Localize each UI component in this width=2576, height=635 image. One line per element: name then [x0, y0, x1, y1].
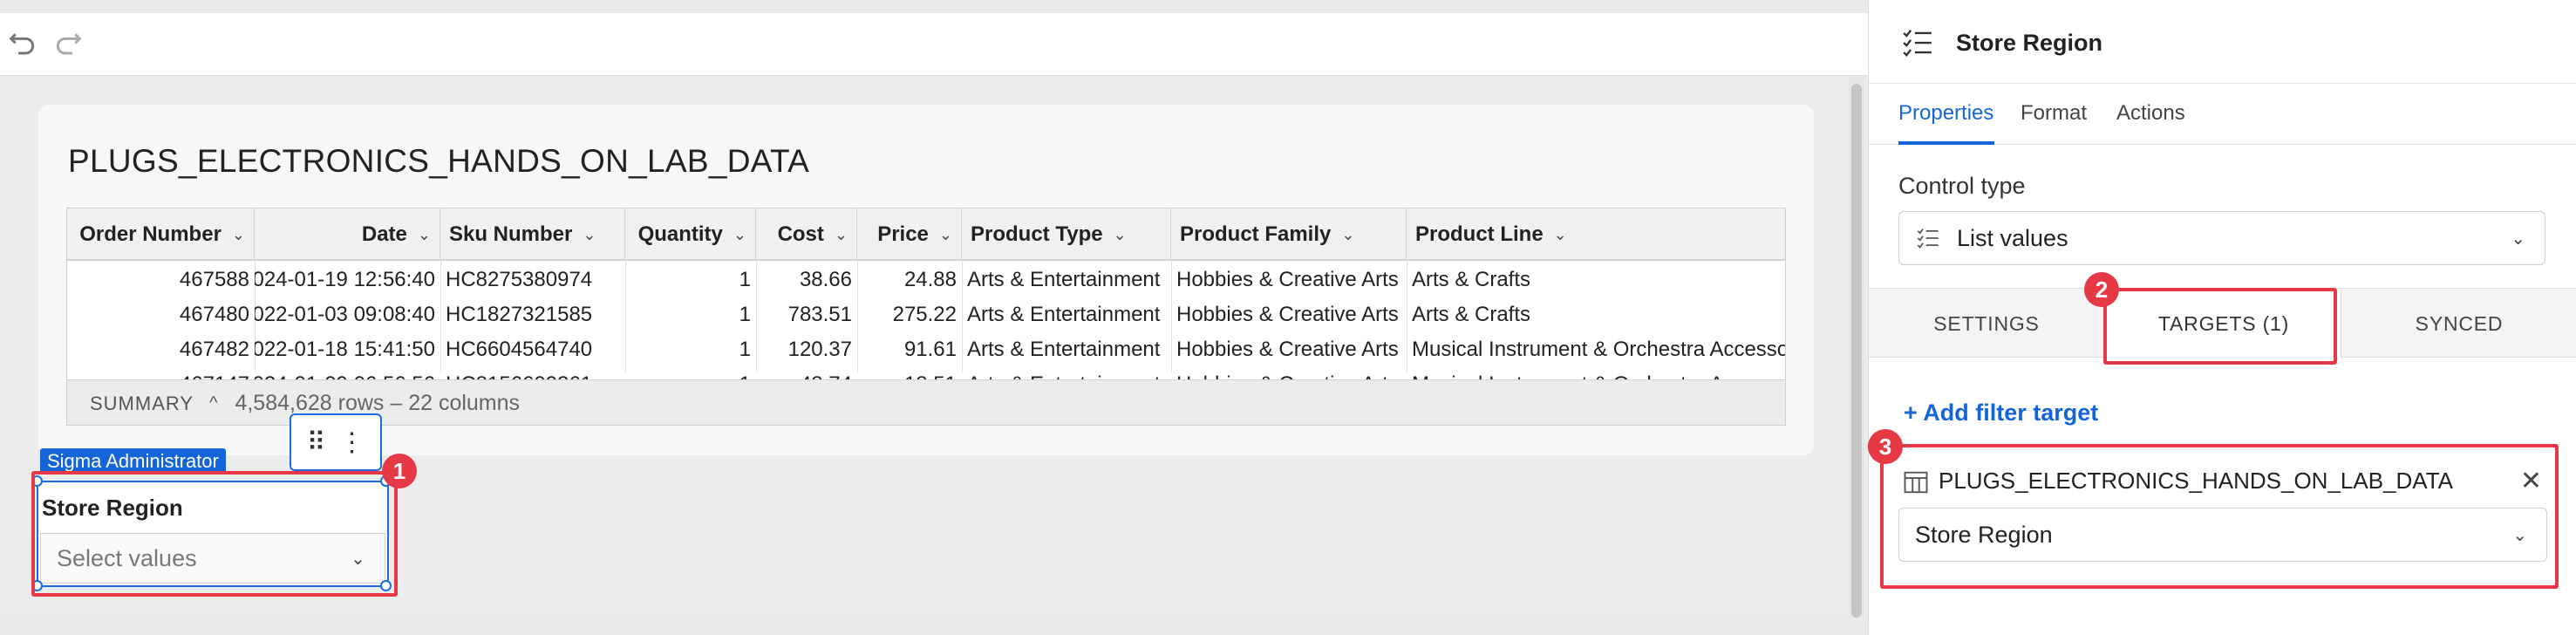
column-header[interactable]: Sku Number ⌄ — [440, 208, 625, 261]
table-cell[interactable]: 783.51 — [756, 297, 857, 332]
control-type-value: List values — [1957, 224, 2068, 251]
chevron-down-icon[interactable]: ⌄ — [733, 226, 746, 244]
column-header-label: Sku Number — [449, 222, 573, 246]
workbook-toolbar — [0, 13, 1868, 76]
summary-label: SUMMARY — [90, 392, 194, 414]
chevron-down-icon[interactable]: ⌄ — [418, 226, 431, 244]
table-cell[interactable]: 275.22 — [857, 297, 962, 332]
highlight-box-filter-target — [1880, 444, 2559, 589]
drag-handle-icon[interactable]: ⠿ — [307, 427, 326, 458]
column-header[interactable]: Cost ⌄ — [756, 208, 857, 261]
table-cell[interactable]: Arts & Crafts — [1407, 263, 1785, 297]
column-header[interactable]: Price ⌄ — [857, 208, 962, 261]
table-cell[interactable]: 2024-01-19 12:56:40 — [255, 263, 440, 297]
more-options-icon[interactable]: ⋮ — [338, 427, 365, 458]
control-type-label: Control type — [1898, 173, 2026, 199]
tab-synced[interactable]: SYNCED — [2341, 289, 2576, 358]
column-header-label: Quantity — [637, 222, 723, 246]
table-cell[interactable]: Arts & Crafts — [1407, 297, 1785, 332]
canvas-scrollbar-thumb[interactable] — [1851, 84, 1862, 618]
tab-settings[interactable]: SETTINGS — [1869, 289, 2104, 358]
column-header[interactable]: Date ⌄ — [255, 208, 440, 261]
table-element-title: PLUGS_ELECTRONICS_HANDS_ON_LAB_DATA — [68, 143, 810, 179]
chevron-up-icon[interactable]: ^ — [209, 393, 217, 413]
column-header-label: Date — [361, 222, 407, 246]
table-cell[interactable]: Arts & Entertainment — [962, 332, 1171, 367]
column-header[interactable]: Order Number ⌄ — [67, 208, 255, 261]
column-header[interactable]: Product Line ⌄ — [1407, 208, 1785, 261]
table-cell[interactable]: 467588 — [67, 263, 255, 297]
table-cell[interactable]: 467482 — [67, 332, 255, 367]
active-tab-indicator — [1898, 141, 1994, 145]
table-cell[interactable]: Hobbies & Creative Arts — [1171, 297, 1407, 332]
element-handle-toolbar[interactable]: ⠿ ⋮ — [290, 413, 382, 471]
control-type-select[interactable]: List values ⌄ — [1898, 211, 2545, 265]
table-cell[interactable]: 91.61 — [857, 332, 962, 367]
table-cell[interactable]: Arts & Entertainment — [962, 297, 1171, 332]
highlight-box-targets — [2103, 288, 2337, 365]
redo-icon[interactable] — [51, 27, 85, 62]
chevron-down-icon[interactable]: ⌄ — [939, 226, 952, 244]
tab-format[interactable]: Format — [2021, 101, 2087, 126]
chevron-down-icon: ⌄ — [2511, 229, 2525, 249]
panel-tabs: Properties Format Actions — [1869, 84, 2576, 145]
table-cell[interactable]: 1 — [625, 332, 756, 367]
tab-actions[interactable]: Actions — [2116, 101, 2185, 126]
column-header[interactable]: Product Type ⌄ — [962, 208, 1171, 261]
column-header[interactable]: Product Family ⌄ — [1171, 208, 1407, 261]
table-header: Order Number ⌄ Date ⌄ Sku Number ⌄ Quantity ⌄ Co… — [67, 208, 1785, 261]
table-cell[interactable]: 120.37 — [756, 332, 857, 367]
table-cell[interactable]: Musical Instrument & Orchestra Accessori… — [1407, 332, 1785, 367]
tab-properties[interactable]: Properties — [1898, 101, 1993, 126]
add-filter-target-link[interactable]: + Add filter target — [1904, 399, 2098, 427]
table-cell[interactable]: HC6604564740 — [440, 332, 625, 367]
undo-icon[interactable] — [5, 27, 40, 62]
list-control-icon — [1903, 30, 1932, 58]
annotation-badge-2: 2 — [2084, 272, 2119, 307]
chevron-down-icon[interactable]: ⌄ — [1341, 226, 1354, 244]
table-cell[interactable]: Hobbies & Creative Arts — [1171, 332, 1407, 367]
table-cell[interactable]: 24.88 — [857, 263, 962, 297]
table-cell[interactable]: 2022-01-18 15:41:50 — [255, 332, 440, 367]
panel-header: Store Region — [1869, 0, 2576, 84]
column-header-label: Product Type — [971, 222, 1103, 246]
list-values-icon — [1917, 228, 1939, 249]
column-header[interactable]: Quantity ⌄ — [625, 208, 756, 261]
column-header-label: Product Line — [1415, 222, 1544, 246]
table-cell[interactable]: 467480 — [67, 297, 255, 332]
table-cell[interactable]: Hobbies & Creative Arts — [1171, 263, 1407, 297]
chevron-down-icon[interactable]: ⌄ — [583, 226, 596, 244]
table-cell[interactable]: HC1827321585 — [440, 297, 625, 332]
highlight-box-control — [31, 471, 398, 597]
annotation-badge-3: 3 — [1868, 429, 1903, 464]
chevron-down-icon[interactable]: ⌄ — [1114, 226, 1127, 244]
annotation-badge-1: 1 — [382, 454, 417, 488]
column-header-label: Product Family — [1180, 222, 1332, 246]
table-cell[interactable]: 1 — [625, 263, 756, 297]
table-cell[interactable]: Arts & Entertainment — [962, 263, 1171, 297]
chevron-down-icon[interactable]: ⌄ — [835, 226, 848, 244]
table-cell[interactable]: HC8275380974 — [440, 263, 625, 297]
column-header-label: Order Number — [79, 222, 221, 246]
chevron-down-icon[interactable]: ⌄ — [232, 226, 245, 244]
summary-row-count: 4,584,628 rows – 22 columns — [235, 391, 521, 415]
panel-title: Store Region — [1956, 30, 2103, 56]
chevron-down-icon[interactable]: ⌄ — [1554, 226, 1567, 244]
column-header-label: Cost — [777, 222, 824, 246]
column-header-label: Price — [877, 222, 929, 246]
data-table[interactable]: Order Number ⌄ Date ⌄ Sku Number ⌄ Quantity ⌄ Co… — [66, 208, 1786, 426]
table-cell[interactable]: 1 — [625, 297, 756, 332]
table-cell[interactable]: 2022-01-03 09:08:40 — [255, 297, 440, 332]
table-cell[interactable]: 38.66 — [756, 263, 857, 297]
